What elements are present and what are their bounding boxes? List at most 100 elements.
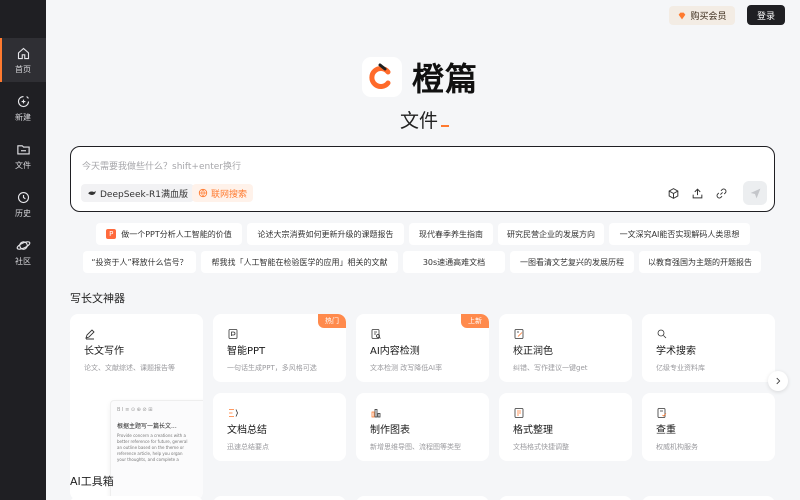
typing-caret <box>441 125 450 127</box>
suggestion-pill[interactable]: “投资于人”释放什么信号？ <box>83 251 196 273</box>
hot-badge: 热门 <box>318 314 346 328</box>
whale-icon <box>88 190 96 195</box>
send-button[interactable] <box>743 181 767 205</box>
toolbox-card[interactable] <box>70 496 203 500</box>
suggestion-pill[interactable]: 论述大宗消费如何更新升级的课题报告 <box>247 223 404 245</box>
clock-icon <box>17 191 29 203</box>
sidebar-item-history[interactable]: 历史 <box>0 182 46 226</box>
card-desc: 迅速总结要点 <box>227 443 269 451</box>
ppt-badge-icon: P <box>106 229 117 239</box>
card-desc: 新增思维导图、流程图等类型 <box>370 443 461 451</box>
new-badge: 上新 <box>461 314 489 328</box>
card-desc: 论文、文献综述、课题报告等 <box>84 364 175 372</box>
sidebar-item-label: 文件 <box>15 160 31 170</box>
tool-card-academic-search[interactable]: 学术搜索 亿级专业资料库 <box>642 314 775 382</box>
card-desc: 纠错、写作建议一键get <box>513 364 588 372</box>
card-title: 长文写作 <box>84 346 124 357</box>
toolbox-card[interactable] <box>356 496 489 500</box>
prompt-input[interactable]: 今天需要我做些什么？shift+enter换行 <box>82 159 241 172</box>
tool-card-doc-summary[interactable]: 文档总结 迅速总结要点 <box>213 393 346 461</box>
sidebar: 首页 新建 文件 历史 社区 <box>0 0 46 500</box>
card-title: 查重 <box>656 425 676 436</box>
doc-line: reference article, help you organ <box>117 451 183 456</box>
check-icon <box>656 404 668 418</box>
send-icon <box>750 188 760 198</box>
suggestion-label: 研究民营企业的发展方向 <box>507 229 595 239</box>
doc-preview: B I ≡ ⊙ ⊕ ⊘ ⊞ 根据主题写一篇长文... Provide conce… <box>110 400 203 500</box>
card-title: 学术搜索 <box>656 346 696 357</box>
toolbox-card[interactable] <box>642 496 775 500</box>
buy-vip-button[interactable]: 购买会员 <box>669 6 735 25</box>
suggestion-pill[interactable]: 以教育强国为主题的开题报告 <box>639 251 761 273</box>
brand-name: 橙篇 <box>412 60 479 98</box>
tool-card-format[interactable]: 格式整理 文档格式快捷调整 <box>499 393 632 461</box>
suggestion-pill[interactable]: 研究民营企业的发展方向 <box>498 223 604 245</box>
card-desc: 文档格式快捷调整 <box>513 443 569 451</box>
suggestion-pill[interactable]: 帮我找「人工智能在检验医学的应用」相关的文献 <box>201 251 398 273</box>
model-chip-label: DeepSeek-R1满血版 <box>100 189 188 200</box>
logo-mark-icon <box>362 57 402 97</box>
subtitle-text: 文件 <box>400 110 439 132</box>
upload-icon[interactable] <box>689 185 705 201</box>
model-selector-chip[interactable]: DeepSeek-R1满血版 <box>81 184 194 202</box>
globe-icon <box>198 188 208 198</box>
card-title: 校正润色 <box>513 346 553 357</box>
sidebar-item-community[interactable]: 社区 <box>0 230 46 274</box>
doc-line: better reference for future, general <box>117 439 188 444</box>
new-chat-icon <box>17 95 29 107</box>
tool-card-proofread[interactable]: 校正润色 纠错、写作建议一键get <box>499 314 632 382</box>
planet-icon <box>16 240 30 250</box>
sidebar-item-label: 历史 <box>15 208 31 218</box>
buy-vip-label: 购买会员 <box>690 12 727 22</box>
suggestion-pill[interactable]: 一文深究AI能否实现解码人类思想 <box>609 223 750 245</box>
tool-card-smart-ppt[interactable]: 智能PPT 一句话生成PPT，多风格可选 热门 <box>213 314 346 382</box>
page-subtitle: 文件 <box>400 106 450 133</box>
tool-card-ai-detect[interactable]: AI内容检测 文本检测 改写降低AI率 上新 <box>356 314 489 382</box>
brand-logo: 橙篇 <box>362 54 478 100</box>
doc-line: your thoughts, and complete a <box>117 457 179 462</box>
doc-line: an outline based on the theme or <box>117 445 185 450</box>
card-title: 制作图表 <box>370 425 410 436</box>
login-button[interactable]: 登录 <box>747 5 785 25</box>
web-search-toggle[interactable]: 联网搜索 <box>192 184 254 202</box>
suggestion-pill[interactable]: 现代春季养生指南 <box>409 223 493 245</box>
sidebar-item-new[interactable]: 新建 <box>0 86 46 130</box>
card-title: 格式整理 <box>513 425 553 436</box>
suggestion-pill[interactable]: 30s速通高难文档 <box>403 251 505 273</box>
cube-icon[interactable] <box>665 185 681 201</box>
card-desc: 一句话生成PPT，多风格可选 <box>227 364 317 372</box>
suggestion-label: 以教育强国为主题的开题报告 <box>648 257 752 267</box>
format-icon <box>513 404 525 418</box>
card-desc: 文本检测 改写降低AI率 <box>370 364 443 372</box>
suggestion-pill[interactable]: P 做一个PPT分析人工智能的价值 <box>96 223 242 245</box>
proofread-icon <box>513 325 525 339</box>
detect-icon <box>370 325 382 339</box>
suggestion-label: “投资于人”释放什么信号？ <box>91 257 188 267</box>
ppt-icon <box>227 325 239 339</box>
toolbox-card[interactable] <box>213 496 346 500</box>
sidebar-item-files[interactable]: 文件 <box>0 134 46 178</box>
toolbox-card[interactable] <box>499 496 632 500</box>
doc-toolbar: B I ≡ ⊙ ⊕ ⊘ ⊞ <box>117 407 153 413</box>
home-icon <box>17 47 29 59</box>
sidebar-item-label: 新建 <box>15 112 31 122</box>
chart-icon <box>370 404 382 418</box>
prompt-input-box[interactable]: 今天需要我做些什么？shift+enter换行 DeepSeek-R1满血版 联… <box>70 146 775 212</box>
card-title: 文档总结 <box>227 425 267 436</box>
web-chip-label: 联网搜索 <box>211 189 248 200</box>
carousel-next-button[interactable] <box>768 371 788 391</box>
card-desc: 亿级专业资料库 <box>656 364 705 372</box>
link-icon[interactable] <box>713 185 729 201</box>
doc-title: 根据主题写一篇长文... <box>117 423 177 430</box>
sidebar-item-home[interactable]: 首页 <box>0 38 46 82</box>
suggestion-pill[interactable]: 一图看清文艺复兴的发展历程 <box>510 251 634 273</box>
card-desc: 权威机构服务 <box>656 443 698 451</box>
suggestion-label: 现代春季养生指南 <box>419 229 483 239</box>
suggestion-label: 帮我找「人工智能在检验医学的应用」相关的文献 <box>211 257 388 267</box>
card-title: AI内容检测 <box>370 346 420 357</box>
tool-card-chart[interactable]: 制作图表 新增思维导图、流程图等类型 <box>356 393 489 461</box>
summary-icon <box>227 404 239 417</box>
tool-card-plagiarism-check[interactable]: 查重 权威机构服务 <box>642 393 775 461</box>
search-icon <box>656 325 668 339</box>
chevron-right-icon <box>776 377 781 385</box>
